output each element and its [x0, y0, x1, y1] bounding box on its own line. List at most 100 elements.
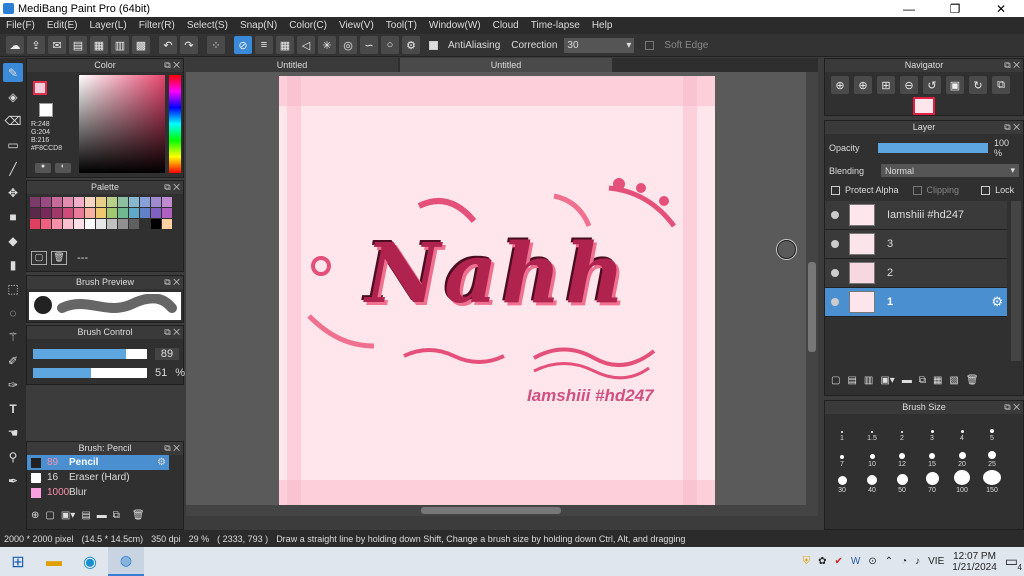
add-brush-icon[interactable]: ⊕ [31, 510, 39, 521]
layer-scrollbar[interactable] [1011, 201, 1021, 361]
gear-icon[interactable]: ⚙ [991, 294, 1003, 310]
tab-untitled-1[interactable]: Untitled [186, 58, 398, 72]
palette-swatch[interactable] [96, 208, 106, 218]
folder-icon[interactable]: ▬ [902, 375, 912, 386]
palette-swatch[interactable] [140, 197, 150, 207]
menu-file[interactable]: File(F) [0, 20, 41, 31]
brush-size-option[interactable]: 40 [857, 470, 887, 494]
protect-alpha-checkbox[interactable] [831, 185, 840, 195]
zoom-out-icon[interactable]: ⊖ [900, 76, 918, 94]
snap-ellipse-icon[interactable]: ○ [381, 36, 399, 54]
snap-parallel-icon[interactable]: ≡ [255, 36, 273, 54]
language-indicator[interactable]: VIE [928, 556, 944, 567]
palette-swatch[interactable] [63, 197, 73, 207]
tray-app-icon[interactable]: ⊙ [868, 556, 876, 567]
palette-swatch[interactable] [151, 208, 161, 218]
new-layer-icon[interactable]: ▢ [831, 375, 840, 386]
volume-icon[interactable]: ♪ [915, 556, 920, 567]
select-pen-icon[interactable]: ✐ [3, 351, 23, 370]
palette-swatch[interactable] [74, 208, 84, 218]
share-icon[interactable]: ⇪ [27, 36, 45, 54]
rotate-right-icon[interactable]: ↻ [969, 76, 987, 94]
palette-swatch[interactable] [41, 208, 51, 218]
menu-color[interactable]: Color(C) [283, 20, 333, 31]
palette-swatch[interactable] [30, 208, 40, 218]
gradient-tool-icon[interactable]: ▮ [3, 255, 23, 274]
merge-layer-icon[interactable]: ▦ [933, 375, 942, 386]
brush-size-option[interactable]: 7 [827, 444, 857, 468]
panel-close-icon[interactable]: ⧉ ✕ [164, 442, 180, 455]
brush-settings-icon[interactable]: ▤ [81, 510, 90, 521]
brush-size-option[interactable]: 25 [977, 444, 1007, 468]
cloud-icon[interactable]: ☁ [6, 36, 24, 54]
palette-swatch[interactable] [63, 208, 73, 218]
palette-swatch[interactable] [151, 197, 161, 207]
palette-swatch[interactable] [63, 219, 73, 229]
palette-swatch[interactable] [52, 219, 62, 229]
menu-cloud[interactable]: Cloud [487, 20, 525, 31]
fit-icon[interactable]: ⊞ [877, 76, 895, 94]
new-halftone-layer-icon[interactable]: ▤ [847, 375, 856, 386]
navigator-thumbnail[interactable] [913, 97, 935, 115]
brush-size-option[interactable]: 4 [947, 418, 977, 442]
palette-swatch[interactable] [85, 197, 95, 207]
palette-swatch[interactable] [41, 197, 51, 207]
antialiasing-checkbox[interactable] [429, 40, 438, 50]
layer-row[interactable]: Iamshiii #hd247 [825, 201, 1007, 230]
brush-size-option[interactable]: 15 [917, 444, 947, 468]
snap-curve-icon[interactable]: ∽ [360, 36, 378, 54]
document-icon[interactable]: ▤ [69, 36, 87, 54]
brush-tool-icon[interactable]: ✎ [3, 63, 23, 82]
brush-size-option[interactable]: 3 [917, 418, 947, 442]
eyedrop-color-icon[interactable]: ◐ [55, 163, 71, 173]
eye-icon[interactable] [831, 269, 839, 277]
delete-palette-icon[interactable]: 🗑 [51, 251, 67, 265]
clipping-checkbox[interactable] [912, 185, 922, 195]
brush-size-option[interactable]: 50 [887, 470, 917, 494]
brush-size-option[interactable]: 2 [887, 418, 917, 442]
panel-close-icon[interactable]: ⧉ ✕ [164, 59, 180, 72]
hand-tool-icon[interactable]: ☚ [3, 423, 23, 442]
palette-swatch[interactable] [52, 208, 62, 218]
horizontal-scrollbar[interactable] [186, 505, 806, 516]
select-rect-icon[interactable]: ⬚ [3, 279, 23, 298]
drawing-canvas[interactable]: Nahh Iamshiii #hd247 [279, 76, 715, 514]
menu-filter[interactable]: Filter(R) [133, 20, 181, 31]
line-tool-icon[interactable]: ╱ [3, 159, 23, 178]
eraser-tool-icon[interactable]: ◈ [3, 87, 23, 106]
palette-swatch[interactable] [162, 208, 172, 218]
flip-icon[interactable]: ▣ [946, 76, 964, 94]
palette-swatch[interactable] [85, 219, 95, 229]
palette-swatch[interactable] [30, 197, 40, 207]
palette-swatch[interactable] [151, 219, 161, 229]
minimize-button[interactable]: — [886, 0, 932, 17]
new-8bit-layer-icon[interactable]: ▥ [864, 375, 873, 386]
brush-item[interactable]: 89 Pencil ⚙ [27, 455, 169, 470]
eye-icon[interactable] [831, 298, 839, 306]
eye-icon[interactable] [831, 211, 839, 219]
brush-item[interactable]: 16 Eraser (Hard) [27, 470, 183, 485]
layer-opacity-slider[interactable] [878, 143, 988, 153]
primary-color-swatch[interactable] [33, 81, 47, 95]
brush-size-option[interactable]: 1 [827, 418, 857, 442]
palette-swatch[interactable] [41, 219, 51, 229]
magic-wand-icon[interactable]: ⚚ [3, 327, 23, 346]
vertical-scrollbar[interactable] [806, 72, 818, 516]
palette-swatch[interactable] [107, 197, 117, 207]
redo-icon[interactable]: ↷ [180, 36, 198, 54]
palette-swatch[interactable] [140, 219, 150, 229]
palette-swatch[interactable] [107, 219, 117, 229]
undo-icon[interactable]: ↶ [159, 36, 177, 54]
clock[interactable]: 12:07 PM 1/21/2024 [952, 551, 997, 573]
palette-swatch[interactable] [74, 197, 84, 207]
palette-swatch[interactable] [140, 208, 150, 218]
eyedropper-icon[interactable]: ⚲ [3, 447, 23, 466]
bucket-tool-icon[interactable]: ◆ [3, 231, 23, 250]
word-icon[interactable]: W [851, 556, 860, 567]
zoom-in-icon[interactable]: ⊕ [854, 76, 872, 94]
maximize-button[interactable]: ❐ [932, 0, 978, 17]
color-field[interactable] [79, 75, 165, 173]
tile-icon[interactable]: ▩ [132, 36, 150, 54]
panel-close-icon[interactable]: ⧉ ✕ [1004, 121, 1020, 134]
windows-start-icon[interactable]: ⊞ [0, 552, 36, 572]
